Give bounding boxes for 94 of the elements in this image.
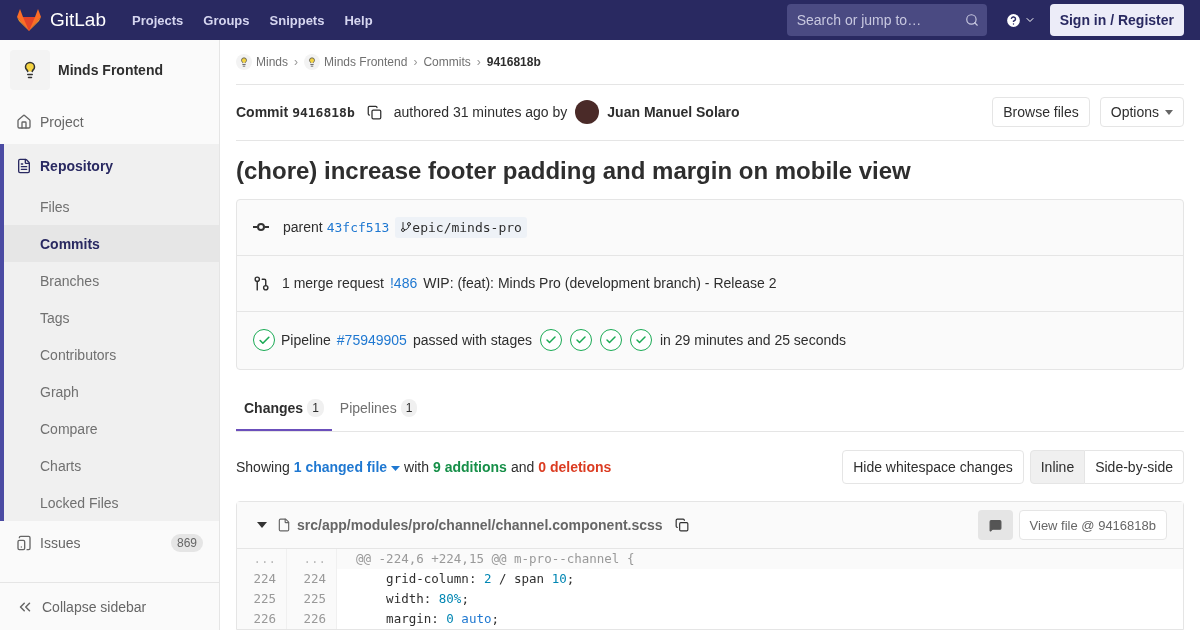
caret-icon bbox=[391, 465, 401, 471]
lightbulb-icon bbox=[304, 54, 320, 71]
merge-request-link[interactable]: !486 bbox=[389, 275, 418, 292]
line-number[interactable]: 226 bbox=[237, 609, 287, 629]
line-number[interactable]: 225 bbox=[237, 589, 287, 609]
summary-text: with bbox=[404, 459, 429, 475]
authored-text: authored 31 minutes ago by bbox=[393, 104, 568, 121]
view-mode-button[interactable]: Inline bbox=[1029, 450, 1086, 484]
search-icon bbox=[964, 13, 979, 27]
additions-count: 9 additions bbox=[432, 459, 507, 475]
comment-button[interactable] bbox=[977, 510, 1013, 540]
merge-request-count: 1 merge request bbox=[282, 275, 384, 292]
sidebar-subitem[interactable]: Commits bbox=[4, 225, 219, 262]
file-path[interactable]: src/app/modules/pro/channel/channel.component.scss bbox=[297, 517, 663, 533]
breadcrumb-separator: › bbox=[413, 55, 418, 70]
gitlab-wordmark[interactable]: GitLab bbox=[50, 9, 106, 31]
view-file-button[interactable]: View file @ 9416818b bbox=[1018, 510, 1167, 540]
commit-title: (chore) increase footer padding and margin on mobile view bbox=[236, 156, 912, 185]
sidebar-item[interactable]: Project bbox=[0, 100, 219, 144]
author-link[interactable]: Juan Manuel Solaro bbox=[607, 104, 740, 121]
commit-sha: 9416818b bbox=[292, 105, 355, 120]
lightbulb-icon bbox=[236, 54, 252, 71]
summary-text: Showing bbox=[236, 459, 290, 475]
copy-icon[interactable] bbox=[366, 105, 382, 120]
code-line: @@ -224,6 +224,15 @@ m-pro--channel { bbox=[355, 550, 635, 568]
commit-label: Commit bbox=[236, 104, 289, 121]
breadcrumb-link[interactable]: 9416818b bbox=[486, 55, 541, 70]
breadcrumb-separator: › bbox=[476, 55, 481, 70]
changed-files-dropdown[interactable]: 1 changed file bbox=[293, 459, 401, 475]
search-field[interactable]: Search or jump to… bbox=[786, 4, 987, 36]
pipeline-link[interactable]: #75949905 bbox=[336, 332, 407, 349]
code-line: margin: 0 auto; bbox=[385, 610, 499, 628]
code-line: grid-column: 2 / span 10; bbox=[385, 570, 575, 588]
line-number[interactable]: 225 bbox=[287, 589, 337, 609]
nav-link[interactable]: Groups bbox=[203, 12, 250, 28]
sidebar-subitem[interactable]: Branches bbox=[4, 262, 219, 299]
branch-tag[interactable]: epic/minds-pro bbox=[395, 216, 527, 238]
sign-in-button[interactable]: Sign in / Register bbox=[1049, 4, 1184, 36]
sidebar-subitem[interactable]: Locked Files bbox=[4, 484, 219, 521]
pipeline-status-text: passed with stages bbox=[412, 332, 532, 349]
tab[interactable]: Changes 1 bbox=[236, 387, 332, 431]
code-line: width: 80%; bbox=[385, 590, 469, 608]
tab[interactable]: Pipelines 1 bbox=[331, 387, 426, 431]
sidebar-subitem[interactable]: Files bbox=[4, 188, 219, 225]
sidebar-item[interactable]: Issues 869 bbox=[0, 521, 219, 565]
project-name[interactable]: Minds Frontend bbox=[58, 62, 163, 78]
breadcrumb-separator: › bbox=[294, 55, 298, 70]
sidebar-subitem[interactable]: Tags bbox=[4, 299, 219, 336]
sidebar-subitem[interactable]: Contributors bbox=[4, 336, 219, 373]
copy-icon[interactable] bbox=[674, 518, 689, 532]
parent-label: parent bbox=[283, 219, 323, 236]
nav-link[interactable]: Snippets bbox=[269, 12, 325, 28]
issue-count: 869 bbox=[170, 534, 203, 552]
branch-icon bbox=[400, 221, 413, 234]
home-icon bbox=[16, 114, 32, 130]
avatar[interactable] bbox=[575, 100, 600, 125]
nav-link[interactable]: Projects bbox=[132, 12, 184, 28]
view-mode-button[interactable]: Side-by-side bbox=[1085, 450, 1184, 484]
help-menu-button[interactable] bbox=[1004, 11, 1036, 29]
gitlab-logo-icon[interactable] bbox=[16, 8, 42, 32]
summary-text: and bbox=[510, 459, 535, 475]
collapse-sidebar-button[interactable]: Collapse sidebar bbox=[0, 582, 219, 630]
search-input[interactable]: Search or jump to… bbox=[794, 11, 965, 29]
hide-whitespace-button[interactable]: Hide whitespace changes bbox=[842, 450, 1024, 484]
sidebar-subitem[interactable]: Compare bbox=[4, 410, 219, 447]
breadcrumb-link[interactable]: Commits bbox=[423, 55, 471, 70]
caret-icon[interactable] bbox=[257, 522, 267, 528]
stage-status-icon[interactable] bbox=[540, 329, 562, 352]
document-icon bbox=[16, 158, 32, 174]
caret-icon bbox=[1165, 110, 1173, 115]
merge-request-icon bbox=[253, 274, 270, 292]
line-number[interactable]: 226 bbox=[287, 609, 337, 629]
stage-status-icon[interactable] bbox=[570, 329, 592, 352]
project-avatar[interactable] bbox=[10, 50, 50, 90]
deletions-count: 0 deletions bbox=[538, 459, 612, 475]
stage-status-icon[interactable] bbox=[630, 329, 652, 352]
merge-request-title: WIP: (feat): Minds Pro (development branch) - Release 2 bbox=[423, 275, 777, 292]
commit-icon bbox=[253, 223, 269, 232]
pipeline-status-icon[interactable] bbox=[253, 329, 275, 352]
browse-files-button[interactable]: Browse files bbox=[992, 97, 1090, 128]
stage-status-icon[interactable] bbox=[600, 329, 622, 352]
nav-link[interactable]: Help bbox=[344, 12, 373, 28]
sidebar-item[interactable]: Repository bbox=[4, 144, 219, 188]
sidebar-subitem[interactable]: Graph bbox=[4, 373, 219, 410]
help-icon bbox=[1004, 11, 1022, 29]
file-icon bbox=[277, 518, 291, 532]
breadcrumb-link[interactable]: Minds Frontend bbox=[324, 55, 408, 70]
comment-icon bbox=[988, 518, 1002, 532]
parent-sha-link[interactable]: 43fcf513 bbox=[326, 219, 390, 235]
breadcrumb-link[interactable]: Minds bbox=[256, 55, 288, 70]
sidebar-subitem[interactable]: Charts bbox=[4, 447, 219, 484]
options-dropdown[interactable]: Options bbox=[1099, 97, 1184, 128]
pipeline-duration: in 29 minutes and 25 seconds bbox=[660, 332, 846, 349]
pipeline-label: Pipeline bbox=[281, 332, 331, 349]
